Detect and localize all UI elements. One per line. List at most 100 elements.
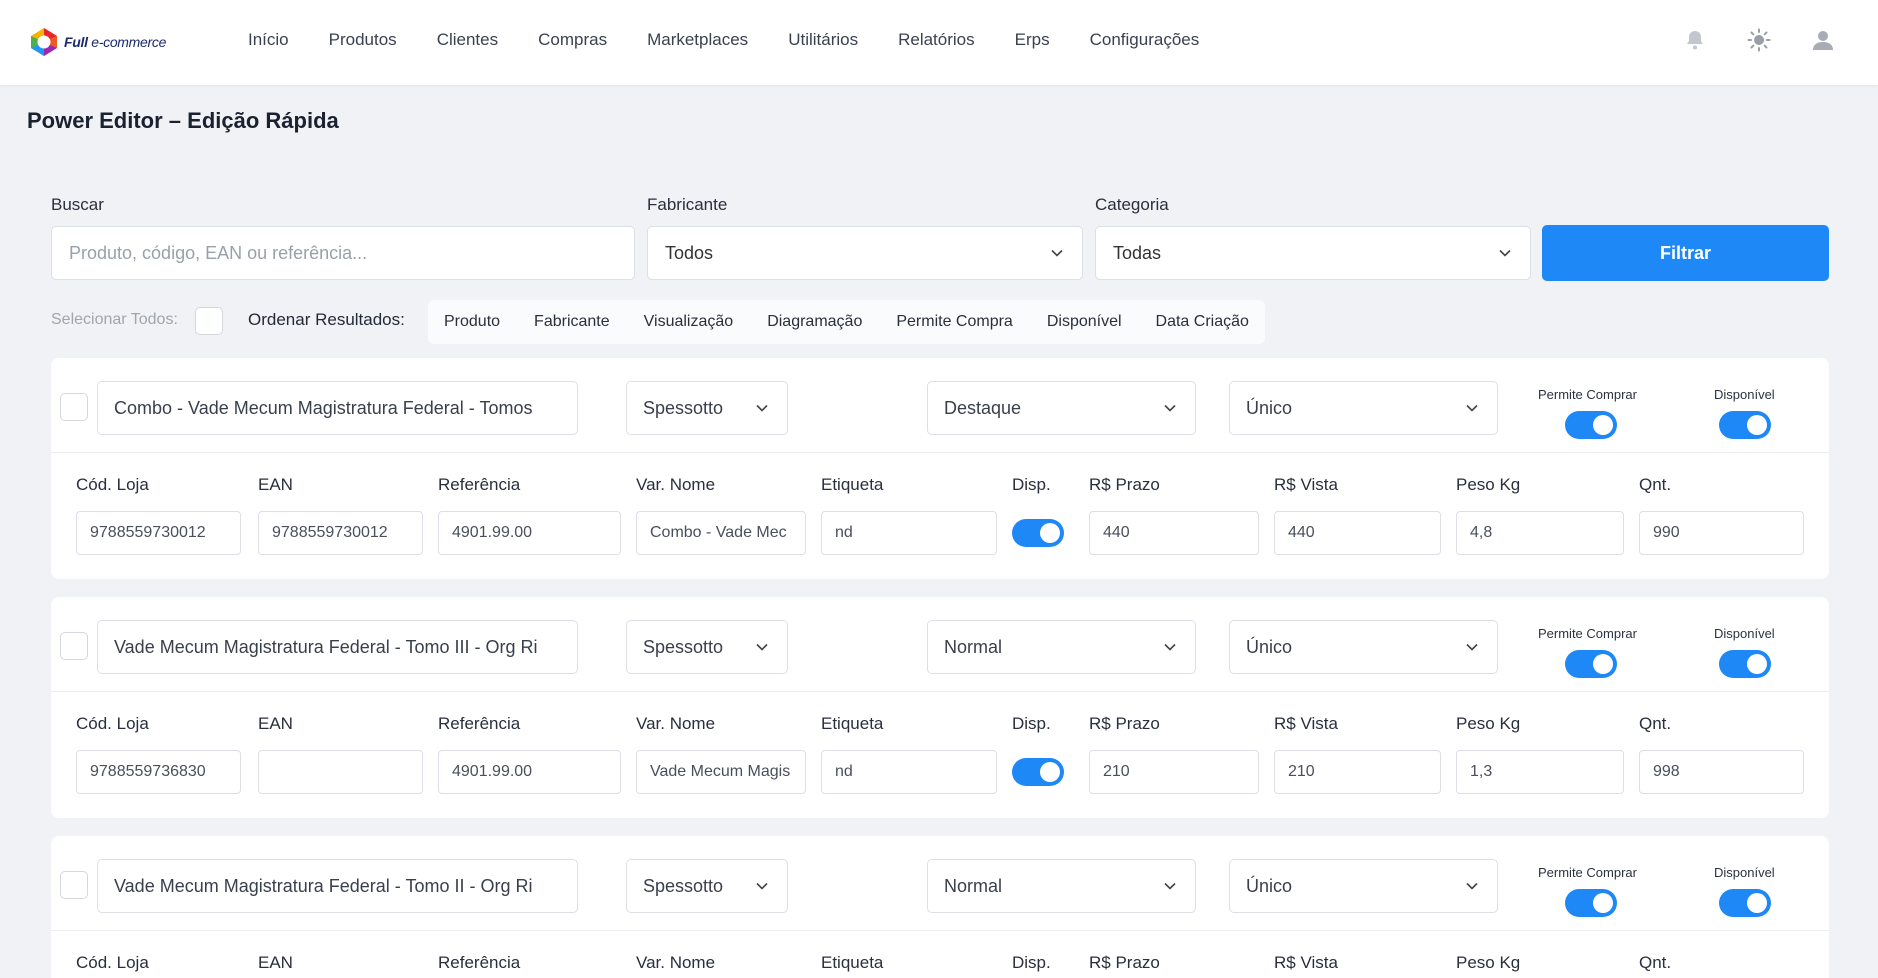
var-nome-label: Var. Nome [636,714,716,733]
chevron-down-icon [1466,882,1478,890]
cod-loja-label: Cód. Loja [76,714,149,733]
manufacturer-value: Spessotto [643,875,724,896]
product-card-details: Cód. Loja EAN Referência Var. Nome Etiqu… [51,931,1829,977]
manufacturer-value: Spessotto [643,397,724,418]
ean-input[interactable]: 9788559730012 [258,511,423,555]
sun-icon[interactable] [1746,27,1772,53]
product-name-input[interactable]: Vade Mecum Magistratura Federal - Tomo I… [97,859,578,913]
referencia-input[interactable]: 4901.99.00 [438,750,621,794]
nav-item-utilitarios[interactable]: Utilitários [788,30,858,50]
variation-select[interactable]: Único [1229,381,1498,435]
prazo-input[interactable]: 210 [1089,750,1259,794]
referencia-label: Referência [438,953,521,972]
bell-icon[interactable] [1682,27,1708,53]
permite-comprar-label: Permite Comprar [1538,865,1637,880]
manufacturer-select[interactable]: Spessotto [626,381,788,435]
peso-input[interactable]: 1,3 [1456,750,1624,794]
var-nome-input[interactable]: Vade Mecum Magis [636,750,806,794]
nav-item-inicio[interactable]: Início [248,30,289,50]
cod-loja-input[interactable]: 9788559730012 [76,511,241,555]
nav-item-marketplaces[interactable]: Marketplaces [647,30,748,50]
filter-button[interactable]: Filtrar [1542,225,1829,281]
product-checkbox[interactable] [60,632,88,660]
chevron-down-icon [1164,882,1176,890]
logo[interactable]: Full e-commerce [28,24,166,60]
display-value: Normal [944,875,1003,896]
etiqueta-input[interactable]: nd [821,511,997,555]
referencia-input[interactable]: 4901.99.00 [438,511,621,555]
peso-label: Peso Kg [1456,953,1521,972]
product-card: Vade Mecum Magistratura Federal - Tomo I… [51,597,1829,818]
vista-label: R$ Vista [1274,475,1338,494]
display-select[interactable]: Normal [927,620,1196,674]
sort-fabricante[interactable]: Fabricante [534,313,610,331]
nav-item-compras[interactable]: Compras [538,30,607,50]
logo-icon [31,28,57,56]
cod-loja-label: Cód. Loja [76,475,149,494]
cod-loja-label: Cód. Loja [76,953,149,972]
disp-toggle[interactable] [1012,519,1064,547]
select-all-label: Selecionar Todos: [51,311,178,328]
manufacturer-value: Todos [665,242,714,263]
disp-toggle[interactable] [1012,758,1064,786]
disponivel-toggle[interactable] [1719,650,1771,678]
nav-item-configuracoes[interactable]: Configurações [1090,30,1200,50]
sort-visualizacao[interactable]: Visualização [644,313,734,331]
nav-item-relatorios[interactable]: Relatórios [898,30,975,50]
logo-text: Full e-commerce [64,34,167,50]
disponivel-toggle[interactable] [1719,411,1771,439]
ean-input[interactable] [258,750,423,794]
product-card: Vade Mecum Magistratura Federal - Tomo I… [51,836,1829,978]
vista-input[interactable]: 210 [1274,750,1441,794]
category-label: Categoria [1095,195,1169,214]
variation-select[interactable]: Único [1229,859,1498,913]
vista-input[interactable]: 440 [1274,511,1441,555]
header-actions [1682,27,1836,53]
nav-item-clientes[interactable]: Clientes [437,30,498,50]
sort-data-criacao[interactable]: Data Criação [1156,313,1249,331]
product-name-input[interactable]: Combo - Vade Mecum Magistratura Federal … [97,381,578,435]
chevron-down-icon [1466,404,1478,412]
variation-select[interactable]: Único [1229,620,1498,674]
permite-comprar-toggle[interactable] [1565,889,1617,917]
search-input[interactable]: Produto, código, EAN ou referência... [51,226,635,280]
permite-comprar-toggle[interactable] [1565,650,1617,678]
display-select[interactable]: Destaque [927,381,1196,435]
qnt-label: Qnt. [1639,475,1672,494]
permite-comprar-toggle[interactable] [1565,411,1617,439]
qnt-input[interactable]: 998 [1639,750,1804,794]
category-select[interactable]: Todas [1095,226,1531,280]
disponivel-toggle[interactable] [1719,889,1771,917]
referencia-label: Referência [438,475,521,494]
manufacturer-select[interactable]: Spessotto [626,859,788,913]
sort-disponivel[interactable]: Disponível [1047,313,1122,331]
sort-produto[interactable]: Produto [444,313,500,331]
manufacturer-select[interactable]: Todos [647,226,1083,280]
peso-input[interactable]: 4,8 [1456,511,1624,555]
product-card-details: Cód. Loja EAN Referência Var. Nome Etiqu… [51,453,1829,579]
user-icon[interactable] [1810,27,1836,53]
ean-label: EAN [258,714,293,733]
qnt-input[interactable]: 990 [1639,511,1804,555]
etiqueta-label: Etiqueta [821,714,884,733]
nav-item-produtos[interactable]: Produtos [329,30,397,50]
nav-item-erps[interactable]: Erps [1015,30,1050,50]
var-nome-input[interactable]: Combo - Vade Mec [636,511,806,555]
sort-diagramacao[interactable]: Diagramação [767,313,862,331]
etiqueta-input[interactable]: nd [821,750,997,794]
select-all-checkbox[interactable] [195,307,223,335]
etiqueta-label: Etiqueta [821,475,884,494]
cod-loja-input[interactable]: 9788559736830 [76,750,241,794]
chevron-down-icon [756,404,768,412]
prazo-input[interactable]: 440 [1089,511,1259,555]
sort-permite-compra[interactable]: Permite Compra [896,313,1012,331]
page-title: Power Editor – Edição Rápida [27,108,339,133]
display-select[interactable]: Normal [927,859,1196,913]
product-checkbox[interactable] [60,393,88,421]
chevron-down-icon [1466,643,1478,651]
qnt-label: Qnt. [1639,953,1672,972]
product-name-input[interactable]: Vade Mecum Magistratura Federal - Tomo I… [97,620,578,674]
var-nome-label: Var. Nome [636,953,716,972]
product-checkbox[interactable] [60,871,88,899]
manufacturer-select[interactable]: Spessotto [626,620,788,674]
